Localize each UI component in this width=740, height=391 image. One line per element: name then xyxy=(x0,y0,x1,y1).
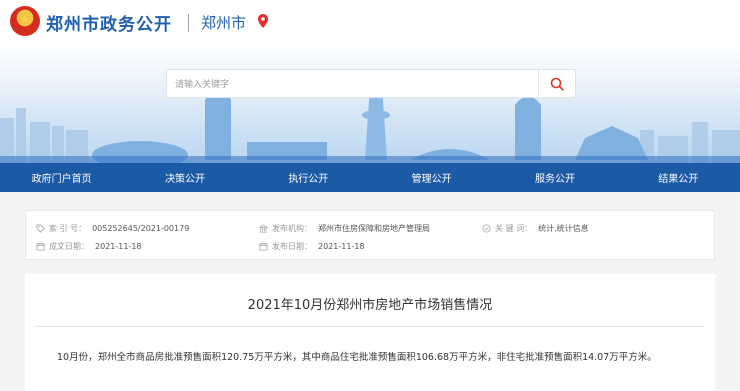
nav-service[interactable]: 服务公开 xyxy=(493,163,616,192)
meta-publisher-label: 发布机构： xyxy=(272,224,312,233)
article-title: 2021年10月份郑州市房地产市场销售情况 xyxy=(247,298,493,313)
site-title[interactable]: 郑州市政务公开 xyxy=(46,10,172,35)
search-bar xyxy=(166,69,576,99)
city-selector[interactable]: 郑州市 xyxy=(201,12,246,33)
search-icon xyxy=(550,77,564,91)
nav-execution[interactable]: 执行公开 xyxy=(247,163,370,192)
tag-icon xyxy=(36,224,45,233)
meta-published: 发布日期： 2021-11-18 xyxy=(259,241,365,252)
calendar-icon xyxy=(36,242,45,251)
meta-published-value: 2021-11-18 xyxy=(318,242,365,251)
main-navigation: 政府门户首页 决策公开 执行公开 管理公开 服务公开 结果公开 xyxy=(0,163,740,192)
meta-index: 索 引 号： 005252645/2021-00179 xyxy=(36,223,189,234)
nav-home[interactable]: 政府门户首页 xyxy=(0,163,123,192)
meta-keywords-label: 关 键 词： xyxy=(495,224,533,233)
meta-publisher-value: 郑州市住房保障和房地产管理局 xyxy=(318,224,430,233)
header-logo-row: 郑州市政务公开 郑州市 xyxy=(0,0,740,44)
location-pin-icon[interactable] xyxy=(258,14,268,28)
nav-management[interactable]: 管理公开 xyxy=(370,163,493,192)
meta-created: 成文日期： 2021-11-18 xyxy=(36,241,142,252)
nav-result[interactable]: 结果公开 xyxy=(617,163,740,192)
meta-publisher: 发布机构： 郑州市住房保障和房地产管理局 xyxy=(259,223,430,234)
nav-decision[interactable]: 决策公开 xyxy=(123,163,246,192)
article-body: 10月份，郑州全市商品房批准预售面积120.75万平方米，其中商品住宅批准预售面… xyxy=(57,352,657,363)
article-panel: 2021年10月份郑州市房地产市场销售情况 10月份，郑州全市商品房批准预售面积… xyxy=(25,274,715,391)
meta-created-value: 2021-11-18 xyxy=(95,242,142,251)
meta-keywords-value: 统计,统计信息 xyxy=(538,224,589,233)
title-divider xyxy=(188,14,189,32)
check-circle-icon xyxy=(482,224,491,233)
calendar-icon xyxy=(259,242,268,251)
meta-published-label: 发布日期： xyxy=(272,242,312,251)
institution-icon xyxy=(259,224,268,233)
search-button[interactable] xyxy=(538,70,575,97)
meta-keywords: 关 键 词： 统计,统计信息 xyxy=(482,223,589,234)
header-banner: 郑州市政务公开 郑州市 xyxy=(0,0,740,163)
meta-index-value: 005252645/2021-00179 xyxy=(92,224,190,233)
meta-index-label: 索 引 号： xyxy=(49,224,87,233)
meta-created-label: 成文日期： xyxy=(49,242,89,251)
search-input[interactable] xyxy=(167,70,547,99)
national-emblem-logo xyxy=(10,6,40,36)
title-rule xyxy=(35,326,705,327)
document-metadata: 索 引 号： 005252645/2021-00179 发布机构： 郑州市住房保… xyxy=(25,210,715,260)
